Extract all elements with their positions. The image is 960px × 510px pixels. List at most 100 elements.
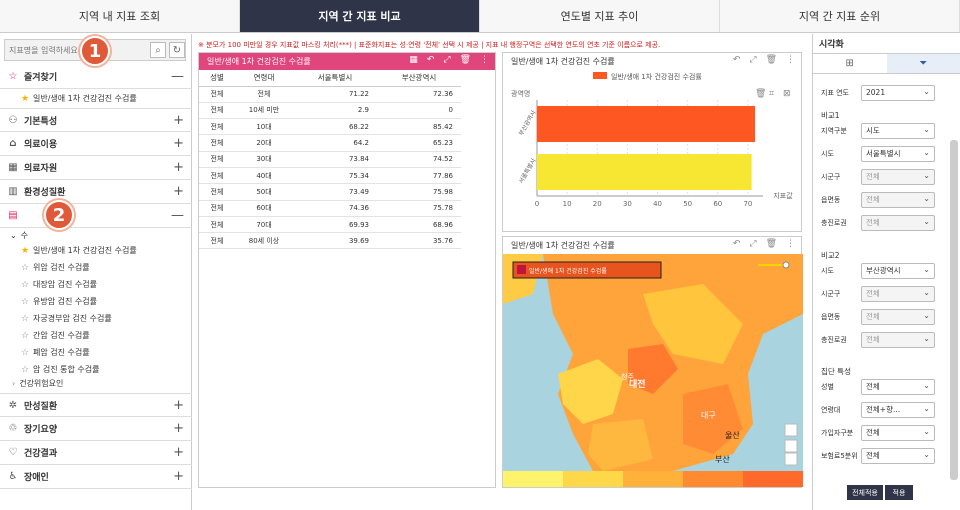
right-scrollbar[interactable] xyxy=(950,140,958,480)
search-input[interactable] xyxy=(9,43,149,58)
expand-icon[interactable]: ⤢ xyxy=(443,55,450,65)
sub-group-label: 수 xyxy=(20,231,29,240)
apply-all-button[interactable]: 전체적용 xyxy=(847,485,883,500)
filter-select[interactable]: 서울특별시 ⌄ xyxy=(861,145,935,162)
tab-yearly-trend[interactable]: 연도별 지표 추이 xyxy=(480,0,720,32)
filter-select[interactable]: 전체 ⌄ xyxy=(861,331,935,348)
map-place-label: 대전 xyxy=(629,378,646,390)
table-cell: 80세 이상 xyxy=(235,232,293,250)
expand-icon[interactable]: + xyxy=(173,398,184,413)
refresh-icon[interactable]: ↻ xyxy=(169,42,185,58)
item-label: 자궁경부암 검진 수검률 xyxy=(33,314,112,323)
scale-step xyxy=(623,471,683,487)
chevron-right-icon: › xyxy=(12,379,16,388)
more-icon[interactable]: ⋮ xyxy=(786,55,795,65)
select-value: 전체 xyxy=(866,335,880,344)
expand-icon[interactable]: + xyxy=(173,136,184,151)
expand-icon[interactable]: ⤢ xyxy=(749,239,756,249)
legend-label: 일반/생애 1차 건강검진 수검률 xyxy=(611,72,702,81)
expand-icon[interactable]: + xyxy=(173,184,184,199)
filter-row: 읍면동 전체 ⌄ xyxy=(821,308,949,325)
table-cell: 전체 xyxy=(199,216,235,234)
filter-select[interactable]: 전체 ⌄ xyxy=(861,447,935,464)
expand-icon[interactable]: + xyxy=(173,113,184,128)
more-icon[interactable]: ⋮ xyxy=(786,239,795,249)
checkup-item[interactable]: ☆ 자궁경부암 검진 수검률 xyxy=(0,310,192,327)
category-basic[interactable]: ⚇ 기본특성 + xyxy=(0,108,192,132)
year-select[interactable]: 2021 ⌄ xyxy=(861,84,935,101)
checkup-item[interactable]: ☆ 간암 검진 수검률 xyxy=(0,327,192,344)
table-icon[interactable]: ▦ xyxy=(409,55,418,65)
table-cell: 2.9 xyxy=(293,102,377,120)
undo-icon[interactable]: ↶ xyxy=(733,239,741,249)
checkup-item[interactable]: ★ 일반/생애 1차 건강검진 수검률 xyxy=(0,242,192,259)
undo-icon[interactable]: ↶ xyxy=(733,55,741,65)
star-outline-icon: ☆ xyxy=(20,313,30,324)
chevron-down-icon: ⌄ xyxy=(923,264,930,274)
trash-icon[interactable]: 🗑 xyxy=(460,55,471,65)
trash-icon[interactable]: 🗑 xyxy=(766,55,777,65)
tab-region-inner[interactable]: 지역 내 지표 조회 xyxy=(0,0,240,32)
risk-group[interactable]: › 건강위험요인 xyxy=(0,375,192,392)
filter-select[interactable]: 전체+향... ⌄ xyxy=(861,401,935,418)
col-header: 연령대 xyxy=(235,70,293,87)
filter-select[interactable]: 전체 ⌄ xyxy=(861,424,935,441)
filter-select[interactable]: 전체 ⌄ xyxy=(861,308,935,325)
layout-tab-icon[interactable]: ⊞ xyxy=(813,54,887,73)
x-tick-label: 50 xyxy=(683,200,692,208)
category-chronic[interactable]: ✲ 만성질환 + xyxy=(0,393,192,417)
zoom-out-icon[interactable] xyxy=(784,452,798,466)
collapse-icon[interactable]: — xyxy=(171,69,184,84)
tab-region-rank[interactable]: 지역 간 지표 순위 xyxy=(720,0,960,32)
table-cell: 74.52 xyxy=(377,151,461,168)
filter-select[interactable]: 전체 ⌄ xyxy=(861,285,935,302)
filter-row: 시도 부산광역시 ⌄ xyxy=(821,262,949,279)
choropleth-map[interactable]: 청주 대전 대구 울산 부산 일반/생애 1차 건강검진 수검률 xyxy=(503,254,803,471)
more-icon[interactable]: ⋮ xyxy=(480,55,489,65)
expand-icon[interactable]: + xyxy=(173,445,184,460)
checkup-item[interactable]: ☆ 위암 검진 수검률 xyxy=(0,259,192,276)
undo-icon[interactable]: ↶ xyxy=(427,55,435,65)
panel-title: 일반/생애 1차 건강검진 수검률 xyxy=(511,241,615,250)
tab-region-compare[interactable]: 지역 간 지표 비교 xyxy=(240,0,480,32)
expand-icon[interactable]: ⤢ xyxy=(749,55,756,65)
filter-select[interactable]: 전체 ⌄ xyxy=(861,191,935,208)
checkup-item[interactable]: ☆ 유방암 검진 수검률 xyxy=(0,293,192,310)
checkup-item[interactable]: ☆ 대장암 검진 수검률 xyxy=(0,276,192,293)
filter-tab-icon[interactable]: ⏷ xyxy=(886,54,960,73)
category-longterm[interactable]: ♲ 장기요양 + xyxy=(0,417,192,441)
fullscreen-icon[interactable] xyxy=(784,423,798,437)
checkbox-icon[interactable] xyxy=(517,265,526,274)
table-cell: 전체 xyxy=(199,118,235,136)
category-environment[interactable]: ▥ 환경성질환 + xyxy=(0,180,192,204)
table-cell: 85.42 xyxy=(377,118,461,136)
category-disabled[interactable]: ♿ 장애인 + xyxy=(0,465,192,489)
star-filled-icon: ★ xyxy=(20,245,30,256)
expand-icon[interactable]: + xyxy=(173,469,184,484)
zoom-in-icon[interactable] xyxy=(784,439,798,453)
filter-select[interactable]: 부산광역시 ⌄ xyxy=(861,262,935,279)
category-health-result[interactable]: ♡ 건강결과 + xyxy=(0,441,192,465)
category-favorites[interactable]: ☆ 즐겨찾기 — xyxy=(0,65,192,89)
category-medical-use[interactable]: ⌂ 의료이용 + xyxy=(0,132,192,156)
checkup-item[interactable]: ☆ 폐암 검진 수검률 xyxy=(0,344,192,361)
apply-button[interactable]: 적용 xyxy=(885,485,913,500)
expand-icon[interactable]: + xyxy=(173,160,184,175)
filter-select[interactable]: 전체 ⌄ xyxy=(861,168,935,185)
slider-handle[interactable] xyxy=(782,261,790,269)
group-label: 비교1 xyxy=(821,111,840,120)
table-row: 전체 70대 69.93 68.96 xyxy=(199,216,461,234)
trash-icon[interactable]: 🗑 xyxy=(766,239,777,249)
expand-icon[interactable]: + xyxy=(173,421,184,436)
filter-row: 연령대 전체+향... ⌄ xyxy=(821,401,949,418)
collapse-icon[interactable]: — xyxy=(171,208,184,223)
category-checkup[interactable]: ▤ 검진 — xyxy=(0,204,192,228)
filter-select[interactable]: 전체 ⌄ xyxy=(861,378,935,395)
search-icon[interactable]: ⌕ xyxy=(150,42,166,58)
category-medical-resource[interactable]: ▦ 의료자원 + xyxy=(0,156,192,180)
filter-select[interactable]: 시도 ⌄ xyxy=(861,122,935,139)
map-panel-header: 일반/생애 1차 건강검진 수검률 ↶ ⤢ 🗑 ⋮ xyxy=(503,237,801,254)
filter-select[interactable]: 전체 ⌄ xyxy=(861,214,935,231)
favorite-item[interactable]: ★ 일반/생애 1차 건강검진 수검률 xyxy=(0,90,192,107)
bar xyxy=(537,106,756,142)
